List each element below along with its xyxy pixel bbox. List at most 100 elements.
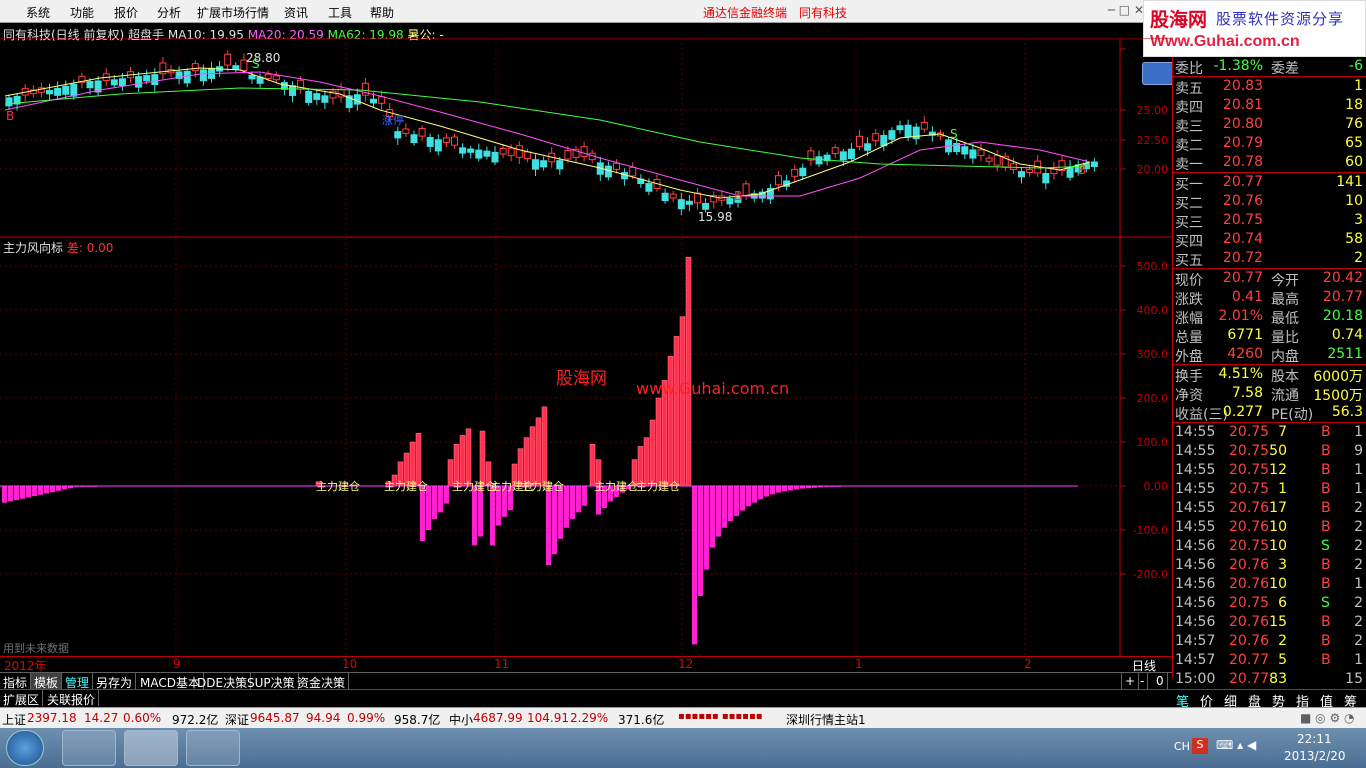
candle-body (661, 192, 669, 202)
bid-price: 20.76 (1222, 193, 1263, 209)
candles (5, 50, 1098, 216)
tab-extension-area[interactable]: 扩展区 (0, 690, 44, 707)
tab-dde[interactable]: DDE决策 (194, 673, 252, 690)
zx-amount: 371.6亿 (618, 713, 665, 727)
dragonfly-icon[interactable] (186, 730, 240, 766)
menu-function[interactable]: 功能 (70, 4, 94, 21)
indicator-bar-negative (704, 486, 709, 570)
candle-body (434, 139, 442, 152)
stat-value: 20.18 (1322, 308, 1363, 324)
bid-price: 20.75 (1222, 212, 1263, 228)
tick-price: 20.75 (1229, 595, 1270, 611)
menu-tools[interactable]: 工具 (328, 4, 352, 21)
menu-system[interactable]: 系统 (26, 4, 50, 21)
tab-template[interactable]: 模板 (31, 673, 63, 690)
candle-body (702, 202, 710, 210)
tdx-app-icon[interactable] (124, 730, 178, 766)
tick-row: 14:55 20.75 50 B 9 (1173, 442, 1366, 461)
ie-icon[interactable] (62, 730, 116, 766)
tick-count: 1 (1354, 652, 1363, 668)
candle-body (264, 73, 272, 79)
indicator-bar-positive (667, 355, 674, 487)
tab-save-as[interactable]: 另存为 (93, 673, 137, 690)
stat-value: 20.77 (1322, 289, 1363, 305)
menu-analysis[interactable]: 分析 (157, 4, 181, 21)
indicator-bar-positive (679, 316, 686, 487)
tab-funds[interactable]: 资金决策 (294, 673, 350, 690)
indicator-bar-positive (685, 256, 692, 487)
tick-volume: 1 (1278, 481, 1287, 497)
stat-value: 6000万 (1313, 369, 1363, 385)
zoom-reset-button[interactable]: 0 (1153, 673, 1168, 689)
candle-body (491, 151, 499, 163)
tick-volume: 7 (1278, 424, 1287, 440)
candle-body (272, 75, 280, 81)
tick-row: 14:55 20.75 1 B 1 (1173, 480, 1366, 499)
indicator-bar-negative (740, 486, 745, 511)
menu-help[interactable]: 帮助 (370, 4, 394, 21)
candle-body (993, 154, 1001, 166)
sh-index: 2397.18 (27, 711, 77, 725)
tick-price: 20.76 (1229, 557, 1270, 573)
ma10-line (4, 67, 1091, 199)
tray-icons[interactable]: ⌨ ▴ ◀ (1216, 738, 1256, 752)
candle-body (888, 130, 896, 140)
indicator-bar-negative (14, 486, 19, 501)
candle-body (515, 145, 523, 158)
candle-body (556, 160, 564, 170)
sogou-icon[interactable]: S (1192, 738, 1208, 754)
bid-label: 买四 (1175, 234, 1203, 250)
indicator-bar-positive (655, 397, 662, 487)
server-label[interactable]: 深圳行情主站1 (786, 711, 866, 728)
candle-body (475, 149, 483, 159)
stat-row: 换手 4.51% 股本 6000万 (1173, 365, 1366, 385)
bid-row: 买二 20.76 10 (1173, 192, 1366, 212)
clock-time[interactable]: 22:11 (1297, 732, 1332, 746)
tick-side: B (1321, 557, 1331, 573)
sh-change: 14.27 (84, 711, 119, 725)
stat-label: 外盘 (1175, 349, 1203, 365)
tab-related-quote[interactable]: 关联报价 (44, 690, 100, 707)
candle-body (540, 160, 548, 168)
stat-row: 外盘 4260 内盘 2511 (1173, 345, 1366, 365)
tab-manage[interactable]: 管理 (62, 673, 94, 690)
candle-body (305, 91, 313, 103)
ask-volume: 65 (1345, 135, 1363, 151)
stat-label: 股本 (1271, 369, 1299, 385)
ask-row: 卖一 20.78 60 (1173, 153, 1366, 173)
stat-value: 56.3 (1331, 404, 1363, 420)
stat-row: 涨幅 2.01% 最低 20.18 (1173, 307, 1366, 327)
extension-tabs: 扩展区 关联报价 (0, 689, 1172, 707)
sz-label: 深证 (225, 713, 250, 727)
menu-news[interactable]: 资讯 (284, 4, 308, 21)
indicator-bar-positive (673, 336, 680, 487)
start-button[interactable] (6, 730, 44, 766)
clock-date[interactable]: 2013/2/20 (1284, 749, 1346, 763)
candle-body (402, 128, 410, 134)
stat-value: 4.51% (1218, 366, 1263, 382)
signal-label: 主力建仓 (594, 479, 638, 493)
candle-body (46, 89, 53, 95)
kline-chart[interactable]: 25.00 22.50 20.00 500.0 400.0 300.0 200.0 100.… (0, 38, 1172, 658)
candle-body (669, 193, 677, 199)
stat-label: 最低 (1271, 311, 1299, 327)
bid-price: 20.77 (1222, 174, 1263, 190)
zoom-out-button[interactable]: - (1137, 673, 1149, 689)
stat-label: 涨幅 (1175, 311, 1203, 327)
menu-ext-market[interactable]: 扩展市场行情 (197, 4, 269, 21)
tab-sup[interactable]: SUP决策 (244, 673, 299, 690)
tab-indicator[interactable]: 指标 (0, 673, 32, 690)
ime-language[interactable]: CH (1174, 740, 1190, 753)
window-controls[interactable]: ─ □ ✕ (1108, 3, 1144, 17)
candle-body (467, 148, 475, 153)
bid-volume: 3 (1354, 212, 1363, 228)
candle-body (191, 63, 199, 72)
signal-label: 主力建仓 (520, 479, 564, 493)
candle-body (54, 87, 62, 96)
tick-time: 14:55 (1175, 443, 1216, 459)
menu-quote[interactable]: 报价 (114, 4, 138, 21)
tick-volume: 5 (1278, 652, 1287, 668)
indicator-bar-negative (788, 486, 793, 491)
stat-value: 7.58 (1231, 385, 1263, 401)
status-icons[interactable]: ■ ◎ ⚙ ◔ (1300, 711, 1354, 725)
